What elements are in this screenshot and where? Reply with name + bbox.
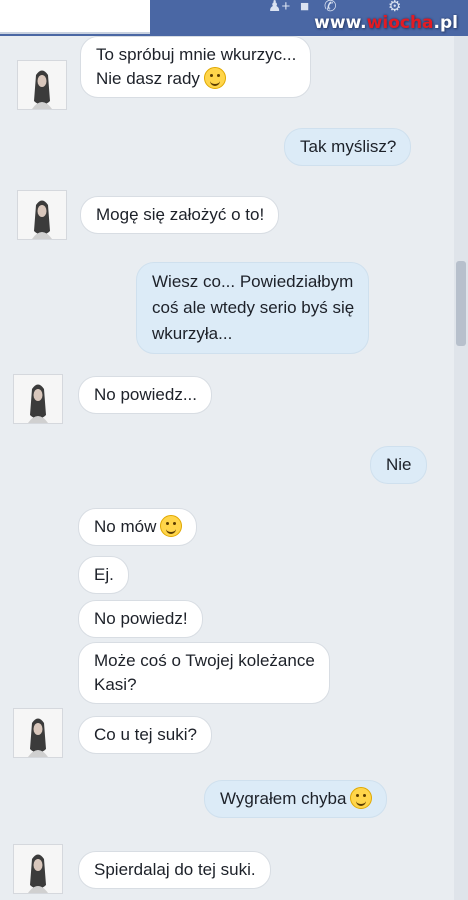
incoming-message[interactable]: No mów bbox=[78, 508, 198, 546]
chat-header: ♟+ ■ ✆ ⚙ www.wiocha.pl bbox=[0, 0, 468, 36]
message-line: Kasi? bbox=[94, 675, 137, 694]
incoming-message[interactable]: Spierdalaj do tej suki. bbox=[78, 851, 271, 889]
message-line: To spróbuj mnie wkurzyc... bbox=[96, 45, 297, 64]
contact-avatar[interactable] bbox=[13, 374, 63, 424]
watermark: www.wiocha.pl bbox=[314, 13, 458, 33]
message-line: No powiedz... bbox=[94, 385, 197, 404]
contact-avatar[interactable] bbox=[17, 190, 67, 240]
message-line: Spierdalaj do tej suki. bbox=[94, 860, 256, 879]
message-line: coś ale wtedy serio byś się bbox=[152, 298, 355, 317]
phone-icon[interactable]: ✆ bbox=[324, 0, 337, 14]
incoming-message[interactable]: To spróbuj mnie wkurzyc... Nie dasz rady bbox=[80, 36, 312, 98]
incoming-message[interactable]: No powiedz! bbox=[78, 600, 203, 638]
message-line: wkurzyła... bbox=[152, 324, 233, 343]
incoming-message[interactable]: No powiedz... bbox=[78, 376, 212, 414]
message-line: Co u tej suki? bbox=[94, 725, 197, 744]
incoming-message[interactable]: Może coś o Twojej koleżance Kasi? bbox=[78, 642, 330, 704]
message-line: Ej. bbox=[94, 565, 114, 584]
contact-avatar[interactable] bbox=[13, 708, 63, 758]
chat-title-box[interactable] bbox=[0, 0, 150, 34]
grinning-emoji-icon bbox=[203, 67, 226, 89]
girl-photo-icon bbox=[14, 709, 62, 757]
message-line: Tak myślisz? bbox=[300, 137, 397, 156]
girl-photo-icon bbox=[14, 375, 62, 423]
girl-photo-icon bbox=[18, 191, 66, 239]
incoming-message[interactable]: Mogę się założyć o to! bbox=[80, 196, 280, 234]
message-line: No powiedz! bbox=[94, 609, 188, 628]
grinning-emoji-icon bbox=[350, 787, 373, 809]
message-line: Wiesz co... Powiedziałbym bbox=[152, 272, 354, 291]
outgoing-message[interactable]: Nie bbox=[370, 446, 427, 484]
add-user-icon[interactable]: ♟+ bbox=[268, 0, 290, 14]
incoming-message[interactable]: Ej. bbox=[78, 556, 129, 594]
girl-photo-icon bbox=[18, 61, 66, 109]
outgoing-message[interactable]: Tak myślisz? bbox=[284, 128, 412, 166]
message-line: Mogę się założyć o to! bbox=[96, 205, 265, 224]
incoming-message[interactable]: Co u tej suki? bbox=[78, 716, 212, 754]
scrollbar-thumb[interactable] bbox=[456, 261, 466, 346]
video-icon[interactable]: ■ bbox=[300, 0, 309, 14]
gear-icon[interactable]: ⚙ bbox=[388, 0, 401, 14]
smile-emoji-icon bbox=[160, 515, 183, 537]
message-line: Nie bbox=[386, 455, 412, 474]
outgoing-message[interactable]: Wiesz co... Powiedziałbym coś ale wtedy … bbox=[136, 262, 370, 354]
message-line: No mów bbox=[94, 515, 183, 539]
contact-avatar[interactable] bbox=[17, 60, 67, 110]
scrollbar[interactable] bbox=[454, 36, 468, 900]
girl-photo-icon bbox=[14, 845, 62, 893]
message-line: Nie dasz rady bbox=[96, 67, 296, 91]
outgoing-message[interactable]: Wygrałem chyba bbox=[204, 780, 388, 818]
message-line: Może coś o Twojej koleżance bbox=[94, 651, 315, 670]
contact-avatar[interactable] bbox=[13, 844, 63, 894]
message-line: Wygrałem chyba bbox=[220, 787, 373, 811]
